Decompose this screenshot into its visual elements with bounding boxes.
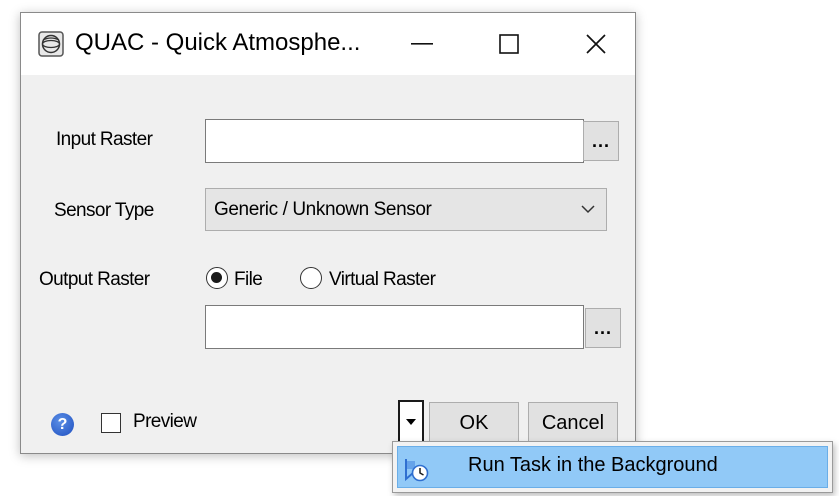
output-file-label: File: [234, 269, 263, 290]
output-virtual-raster-label: Virtual Raster: [329, 269, 436, 290]
output-raster-browse-button[interactable]: ...: [585, 308, 621, 348]
ok-split-dropdown-button[interactable]: [398, 400, 424, 444]
help-icon[interactable]: ?: [51, 413, 74, 436]
quac-dialog: QUAC - Quick Atmosphe... Input Raster ..…: [20, 12, 636, 454]
ok-options-popup-menu: Run Task in the Background: [392, 441, 833, 493]
input-raster-label: Input Raster: [56, 129, 153, 150]
output-file-radio[interactable]: [206, 267, 228, 289]
preview-checkbox[interactable]: [101, 413, 121, 433]
input-raster-field[interactable]: [205, 119, 584, 163]
close-button[interactable]: [551, 13, 641, 75]
globe-icon: [38, 31, 64, 57]
output-raster-label: Output Raster: [39, 269, 150, 290]
sensor-type-select[interactable]: Generic / Unknown Sensor: [205, 188, 607, 231]
maximize-button[interactable]: [464, 13, 554, 75]
radio-selected-dot: [211, 272, 222, 283]
menu-item-label: Run Task in the Background: [468, 454, 718, 476]
maximize-icon: [499, 34, 519, 54]
ok-button[interactable]: OK: [429, 402, 519, 444]
sensor-type-value: Generic / Unknown Sensor: [214, 199, 432, 220]
window-title: QUAC - Quick Atmosphe...: [75, 29, 361, 56]
preview-label: Preview: [133, 411, 197, 432]
chevron-down-icon: [581, 205, 595, 214]
output-raster-field[interactable]: [205, 305, 584, 349]
input-raster-browse-button[interactable]: ...: [583, 121, 619, 161]
title-bar[interactable]: QUAC - Quick Atmosphe...: [21, 13, 635, 75]
cancel-button[interactable]: Cancel: [528, 402, 618, 444]
minimize-icon: [411, 43, 433, 45]
menu-item-run-in-background[interactable]: Run Task in the Background: [397, 446, 828, 488]
caret-down-icon: [406, 419, 416, 425]
sensor-type-label: Sensor Type: [54, 200, 154, 221]
output-virtual-raster-radio[interactable]: [300, 267, 322, 289]
close-icon: [586, 34, 606, 54]
minimize-button[interactable]: [377, 13, 467, 75]
background-task-icon: [405, 459, 429, 482]
